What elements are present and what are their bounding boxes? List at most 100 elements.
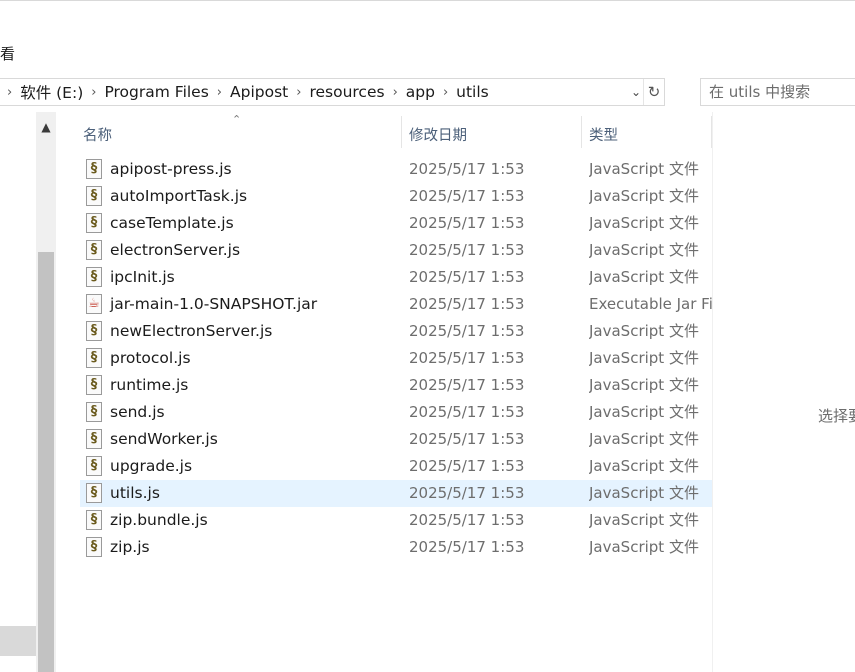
file-name[interactable]: utils.js (110, 483, 160, 504)
file-name[interactable]: electronServer.js (110, 240, 240, 261)
file-date: 2025/5/17 1:53 (409, 403, 525, 421)
file-date: 2025/5/17 1:53 (409, 160, 525, 178)
file-name[interactable]: apipost-press.js (110, 159, 232, 180)
file-date: 2025/5/17 1:53 (409, 376, 525, 394)
chevron-right-icon[interactable]: › (296, 85, 301, 100)
refresh-icon[interactable]: ↻ (643, 79, 664, 105)
file-row[interactable]: § ipcInit.js 2025/5/17 1:53 JavaScript 文件 (80, 264, 712, 291)
breadcrumb-label[interactable]: Apipost (230, 83, 288, 101)
search-input[interactable]: 在 utils 中搜索 (700, 78, 855, 106)
address-bar[interactable]: › 软件 (E:) › Program Files › Apipost › resources… (0, 78, 665, 106)
breadcrumb-label[interactable]: app (406, 83, 435, 101)
breadcrumb-label[interactable]: 软件 (E:) (20, 81, 83, 103)
file-name[interactable]: sendWorker.js (110, 429, 218, 450)
js-file-icon: § (86, 510, 102, 530)
ribbon-tab-view[interactable]: 看 (0, 44, 15, 64)
window-top-border (0, 0, 855, 1)
scroll-up-arrow-icon[interactable]: ▲ (36, 118, 56, 136)
jar-file-icon: ☕ (86, 294, 102, 314)
js-file-icon: § (86, 159, 102, 179)
file-name[interactable]: protocol.js (110, 348, 191, 369)
breadcrumb-item[interactable]: › utils (435, 79, 489, 105)
breadcrumb-label[interactable]: Program Files (104, 83, 208, 101)
column-header-date[interactable]: 修改日期 (409, 124, 467, 145)
file-list-header: ⌃ 名称 修改日期 类型 (80, 113, 712, 148)
file-date: 2025/5/17 1:53 (409, 214, 525, 232)
file-row[interactable]: § electronServer.js 2025/5/17 1:53 JavaScri… (80, 237, 712, 264)
js-file-icon: § (86, 483, 102, 503)
file-date: 2025/5/17 1:53 (409, 511, 525, 529)
chevron-right-icon[interactable]: › (443, 85, 448, 100)
file-row[interactable]: § protocol.js 2025/5/17 1:53 JavaScript 文件 (80, 345, 712, 372)
file-date: 2025/5/17 1:53 (409, 322, 525, 340)
file-date: 2025/5/17 1:53 (409, 484, 525, 502)
file-type: JavaScript 文件 (589, 322, 699, 340)
breadcrumb-label[interactable]: utils (456, 83, 489, 101)
file-date: 2025/5/17 1:53 (409, 538, 525, 556)
chevron-right-icon[interactable]: › (217, 85, 222, 100)
breadcrumb-item[interactable]: › Apipost (209, 79, 288, 105)
file-name[interactable]: upgrade.js (110, 456, 192, 477)
column-header-name[interactable]: 名称 (83, 124, 112, 145)
file-name[interactable]: jar-main-1.0-SNAPSHOT.jar (110, 294, 317, 315)
js-file-icon: § (86, 348, 102, 368)
file-name[interactable]: runtime.js (110, 375, 188, 396)
nav-pane-scrollbar[interactable]: ▲ (36, 112, 56, 672)
file-row[interactable]: § caseTemplate.js 2025/5/17 1:53 JavaScript… (80, 210, 712, 237)
file-type: JavaScript 文件 (589, 484, 699, 502)
scrollbar-thumb[interactable] (38, 252, 54, 672)
file-date: 2025/5/17 1:53 (409, 268, 525, 286)
chevron-down-icon[interactable]: ⌄ (628, 83, 644, 101)
file-row[interactable]: § send.js 2025/5/17 1:53 JavaScript 文件 (80, 399, 712, 426)
column-divider[interactable] (401, 116, 402, 148)
file-type: JavaScript 文件 (589, 349, 699, 367)
nav-pane-selected-item[interactable] (0, 626, 36, 656)
breadcrumb-item[interactable]: › app (385, 79, 435, 105)
file-row[interactable]: § upgrade.js 2025/5/17 1:53 JavaScript 文件 (80, 453, 712, 480)
file-date: 2025/5/17 1:53 (409, 349, 525, 367)
js-file-icon: § (86, 537, 102, 557)
breadcrumb-item[interactable]: › Program Files (83, 79, 209, 105)
file-date: 2025/5/17 1:53 (409, 430, 525, 448)
file-name[interactable]: newElectronServer.js (110, 321, 272, 342)
file-row[interactable]: § sendWorker.js 2025/5/17 1:53 JavaScript 文… (80, 426, 712, 453)
file-type: JavaScript 文件 (589, 376, 699, 394)
file-row[interactable]: § apipost-press.js 2025/5/17 1:53 JavaScrip… (80, 156, 712, 183)
file-date: 2025/5/17 1:53 (409, 457, 525, 475)
sort-ascending-icon: ⌃ (232, 113, 242, 126)
file-row[interactable]: § autoImportTask.js 2025/5/17 1:53 JavaScri… (80, 183, 712, 210)
column-divider[interactable] (581, 116, 582, 148)
file-type: JavaScript 文件 (589, 403, 699, 421)
file-row[interactable]: § utils.js 2025/5/17 1:53 JavaScript 文件 (80, 480, 712, 507)
file-date: 2025/5/17 1:53 (409, 295, 525, 313)
breadcrumb-item[interactable]: › 软件 (E:) (0, 79, 83, 105)
file-type: JavaScript 文件 (589, 430, 699, 448)
file-type: JavaScript 文件 (589, 187, 699, 205)
file-type: JavaScript 文件 (589, 214, 699, 232)
breadcrumb-item[interactable]: › resources (288, 79, 384, 105)
breadcrumb-label[interactable]: resources (309, 83, 384, 101)
file-name[interactable]: ipcInit.js (110, 267, 175, 288)
js-file-icon: § (86, 429, 102, 449)
preview-pane-divider[interactable] (712, 112, 713, 672)
chevron-right-icon[interactable]: › (7, 85, 12, 100)
file-date: 2025/5/17 1:53 (409, 241, 525, 259)
file-name[interactable]: send.js (110, 402, 165, 423)
column-header-type[interactable]: 类型 (589, 124, 618, 145)
chevron-right-icon[interactable]: › (393, 85, 398, 100)
file-name[interactable]: zip.js (110, 537, 150, 558)
file-row[interactable]: § runtime.js 2025/5/17 1:53 JavaScript 文件 (80, 372, 712, 399)
file-row[interactable]: ☕ jar-main-1.0-SNAPSHOT.jar 2025/5/17 1:53… (80, 291, 712, 318)
file-name[interactable]: zip.bundle.js (110, 510, 208, 531)
file-name[interactable]: autoImportTask.js (110, 186, 247, 207)
js-file-icon: § (86, 186, 102, 206)
file-row[interactable]: § zip.js 2025/5/17 1:53 JavaScript 文件 (80, 534, 712, 561)
chevron-right-icon[interactable]: › (91, 85, 96, 100)
js-file-icon: § (86, 321, 102, 341)
file-row[interactable]: § zip.bundle.js 2025/5/17 1:53 JavaScript 文… (80, 507, 712, 534)
file-type: Executable Jar File (589, 295, 712, 313)
file-name[interactable]: caseTemplate.js (110, 213, 234, 234)
file-row[interactable]: § newElectronServer.js 2025/5/17 1:53 JavaS… (80, 318, 712, 345)
file-list: § apipost-press.js 2025/5/17 1:53 JavaScrip… (80, 156, 712, 561)
file-type: JavaScript 文件 (589, 160, 699, 178)
